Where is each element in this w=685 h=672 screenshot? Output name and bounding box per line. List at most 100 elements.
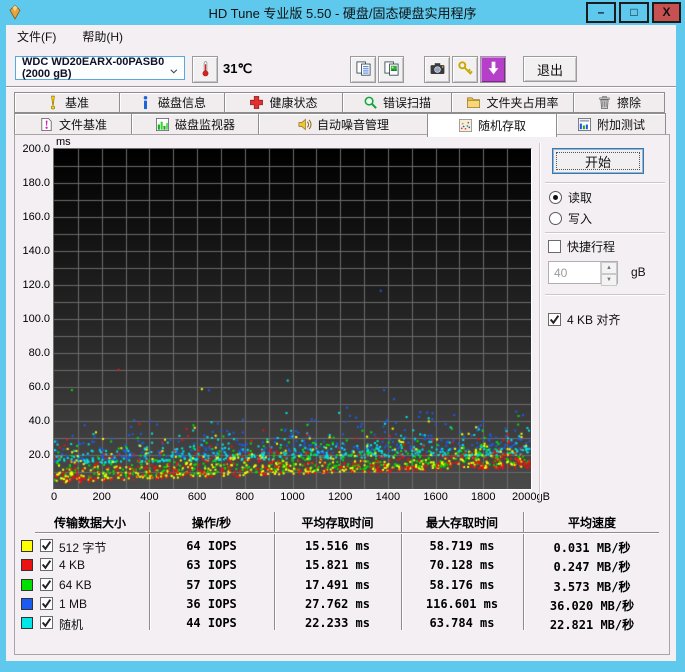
x-tick-label: 200 [92,491,111,503]
spin-down-button[interactable]: ▼ [601,274,617,286]
tab-disk-monitor[interactable]: 磁盘监视器 [131,113,259,135]
exit-button[interactable]: 退出 [523,56,577,82]
stat-max-access-time: 58.176 ms [429,578,495,592]
update-button[interactable] [480,56,506,83]
menu-file[interactable]: 文件(F) [8,25,65,46]
tab-label-random-access: 随机存取 [477,119,526,133]
screenshot-button[interactable] [424,56,450,83]
series-color-swatch [21,559,33,571]
separator [545,232,665,234]
short-stroke-unit-label: gB [631,265,646,279]
y-tick-label: 60.0 [28,381,50,393]
aam-icon [297,117,312,132]
tab-error-scan[interactable]: 错误扫描 [342,92,452,113]
x-tick-label: 800 [235,491,254,503]
tab-label-file-benchmark: 文件基准 [58,117,107,132]
series-checkbox[interactable] [40,558,53,571]
drive-select[interactable]: WDC WD20EARX-00PASB0 (2000 gB) [15,56,185,80]
maximize-button[interactable]: □ [619,2,649,23]
stat-avg-access-time: 15.821 ms [304,558,371,572]
drive-select-value: WDC WD20EARX-00PASB0 (2000 gB) [22,56,165,80]
title-bar: HD Tune 专业版 5.50 - 硬盘/固态硬盘实用程序 – □ X [0,0,685,25]
series-label: 随机 [59,618,84,632]
copy-image-icon [383,60,400,80]
short-stroke-label: 快捷行程 [567,240,616,254]
close-button[interactable]: X [652,2,681,23]
series-color-swatch [21,617,33,629]
x-tick-label: 1400 [375,491,401,503]
stats-header-4: 平均速度 [567,516,616,530]
x-tick-label: 400 [140,491,159,503]
copy-text-button[interactable] [350,56,376,83]
folder-usage-icon [466,95,481,110]
series-label: 4 KB [59,558,86,572]
stat-avg-access-time: 17.491 ms [304,578,371,592]
tab-label-erase: 擦除 [616,96,641,110]
stats-header-1: 操作/秒 [191,516,232,530]
radio-unselected-icon [549,212,562,225]
stat-iops: 57 IOPS [186,578,237,592]
short-stroke-checkbox[interactable]: 快捷行程 [548,238,615,255]
tab-label-folder-usage: 文件夹占用率 [486,96,559,110]
download-icon [485,60,502,80]
y-tick-label: 20.0 [28,449,50,461]
series-checkbox[interactable] [40,616,53,629]
tab-extra-tests[interactable]: 附加测试 [556,113,666,135]
x-tick-label: 0 [50,491,58,503]
stat-iops: 64 IOPS [186,539,237,553]
stat-avg-speed: 0.247 MB/秒 [553,560,631,574]
short-stroke-size-input[interactable]: 40 ▲ ▼ [548,261,618,286]
short-stroke-size-value: 40 [554,266,568,280]
tab-folder-usage[interactable]: 文件夹占用率 [451,92,574,113]
copy-image-button[interactable] [378,56,404,83]
stat-avg-access-time: 15.516 ms [304,539,371,553]
stat-max-access-time: 70.128 ms [429,558,495,572]
benchmark-icon [45,95,60,110]
separator [545,182,665,184]
tab-benchmark[interactable]: 基准 [14,92,120,113]
write-radio[interactable]: 写入 [549,210,592,227]
y-tick-label: 40.0 [28,415,50,427]
read-radio[interactable]: 读取 [549,189,592,206]
stats-header-2: 平均存取时间 [301,516,374,530]
app-window: HD Tune 专业版 5.50 - 硬盘/固态硬盘实用程序 – □ X 文件(… [0,0,685,672]
tab-file-benchmark[interactable]: 文件基准 [14,113,132,135]
disk-info-icon [138,95,153,110]
file-benchmark-icon [39,117,54,132]
tab-label-disk-info: 磁盘信息 [157,96,206,110]
tab-row-2: 文件基准 磁盘监视器 自动噪音管理 随机存取 附加测试 [14,113,670,137]
stat-iops: 63 IOPS [186,558,237,572]
tab-erase[interactable]: 擦除 [573,92,665,113]
read-radio-label: 读取 [568,191,593,205]
stat-iops: 44 IOPS [186,616,237,630]
temperature-button[interactable] [192,56,218,83]
tab-random-access[interactable]: 随机存取 [427,113,557,137]
tab-disk-info[interactable]: 磁盘信息 [119,92,225,113]
y-tick-label: 140.0 [22,245,50,257]
x-tick-label: 1200 [327,491,353,503]
separator [545,294,665,296]
chevron-down-icon [170,65,178,74]
series-checkbox[interactable] [40,539,53,552]
stat-avg-speed: 36.020 MB/秒 [549,599,635,613]
tab-label-health: 健康状态 [269,96,318,110]
spin-up-button[interactable]: ▲ [601,262,617,274]
stat-max-access-time: 58.719 ms [429,539,495,553]
table-header-rule [35,532,659,534]
thermometer-icon [197,60,214,80]
minimize-button[interactable]: – [586,2,616,23]
tab-health[interactable]: 健康状态 [224,92,343,113]
extra-tests-icon [577,117,592,132]
align-4kb-checkbox[interactable]: 4 KB 对齐 [548,311,620,328]
stat-avg-speed: 0.031 MB/秒 [553,541,631,555]
series-checkbox[interactable] [40,578,53,591]
series-checkbox[interactable] [40,597,53,610]
options-button[interactable] [452,56,478,83]
stats-header-0: 传输数据大小 [53,516,126,530]
tab-aam[interactable]: 自动噪音管理 [258,113,428,135]
start-button[interactable]: 开始 [552,148,644,174]
x-tick-label: 1000 [280,491,305,503]
menu-help[interactable]: 帮助(H) [73,25,132,46]
tab-row-1: 基准 磁盘信息 健康状态 错误扫描 文件夹占用率 擦除 [14,92,670,113]
disk-monitor-icon [155,117,170,132]
